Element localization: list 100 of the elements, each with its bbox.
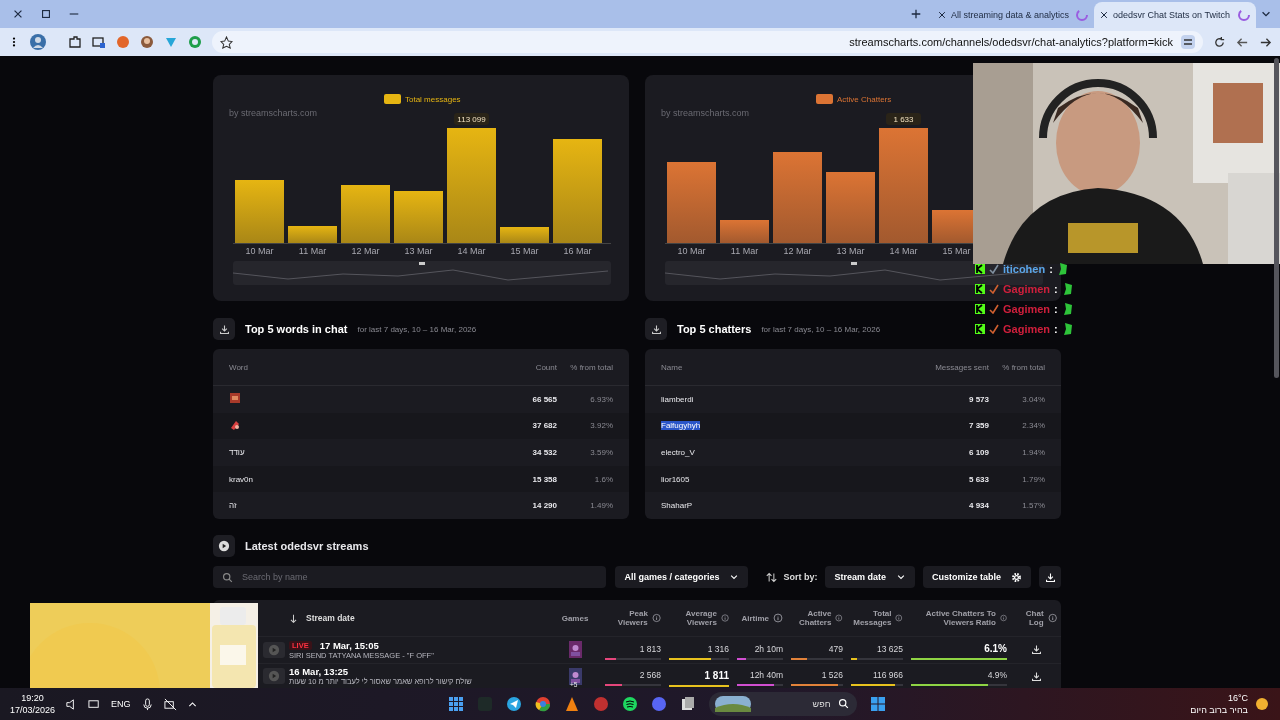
metric-value: 1 526: [821, 670, 843, 681]
discord-app-icon[interactable]: [650, 696, 667, 712]
chatter-name[interactable]: ShaharP: [661, 501, 693, 511]
count-cell-text: 6 109: [967, 448, 989, 457]
stream-date[interactable]: 17 Mar, 15:05: [319, 639, 379, 651]
chat-separator: :: [1054, 302, 1058, 315]
column-header[interactable]: Active Chatters: [787, 609, 832, 627]
camera-off-icon[interactable]: [163, 697, 177, 711]
column-header[interactable]: Active Chatters To Viewers Ratio: [907, 609, 996, 627]
word-cell: krav0n: [229, 474, 253, 484]
scrollbar[interactable]: [1274, 58, 1279, 378]
chart-bar: [826, 172, 875, 243]
chat-username: Gagimen: [1003, 322, 1051, 335]
column-header[interactable]: Airtime: [741, 613, 769, 623]
column-header: Count: [534, 362, 557, 372]
browser-tab[interactable]: All streaming data & analytics: [932, 2, 1094, 28]
chart-watermark: by streamscharts.com: [229, 108, 318, 118]
metric-value: 1 811: [704, 669, 729, 681]
clock-date[interactable]: 17/03/2026: [10, 704, 56, 716]
customize-table-button[interactable]: Customize table: [923, 566, 1031, 588]
download-button[interactable]: [645, 318, 667, 340]
restore-icon[interactable]: [40, 8, 52, 20]
reload-icon[interactable]: [1213, 35, 1226, 49]
clock-time[interactable]: 19:20: [21, 692, 44, 704]
apps-grid-icon[interactable]: [447, 696, 464, 712]
count-cell-text: 14 290: [531, 501, 557, 511]
weather-condition[interactable]: בהיר ברוב היום: [1190, 704, 1248, 716]
avatar-icon[interactable]: [30, 34, 46, 50]
export-button[interactable]: [1039, 566, 1061, 588]
network-icon[interactable]: [88, 697, 102, 711]
download-icon: [1044, 571, 1056, 583]
info-icon: [1047, 613, 1057, 623]
chatter-name[interactable]: liamberdi: [661, 394, 694, 404]
weather-icon[interactable]: [1254, 696, 1270, 712]
metric-value: 12h 40m: [749, 670, 783, 681]
percent-cell-text: 3.92%: [589, 421, 613, 431]
app-icon[interactable]: [592, 696, 609, 712]
extension-icon[interactable]: [116, 35, 130, 49]
tune-icon[interactable]: [1181, 35, 1195, 49]
extensions-icon[interactable]: [68, 35, 82, 49]
file-app-icon[interactable]: [679, 696, 696, 712]
new-tab-icon[interactable]: [910, 8, 922, 20]
column-header[interactable]: Stream date: [306, 613, 355, 623]
microphone-icon[interactable]: [140, 697, 154, 711]
windows-start-icon[interactable]: [869, 696, 886, 712]
extension-icon[interactable]: [140, 35, 154, 49]
download-icon: [218, 323, 230, 335]
column-header[interactable]: Total Messages: [847, 609, 892, 627]
section-subtitle: for last 7 days, 10 – 16 Mar, 2026: [357, 324, 477, 334]
percent-cell-text: 3.59%: [589, 448, 613, 457]
axis-label: 11 Mar: [730, 246, 759, 256]
axis-label: 10 Mar: [245, 246, 274, 256]
axis-label: 10 Mar: [677, 246, 706, 256]
extension-icon[interactable]: [188, 35, 202, 49]
chat-separator: :: [1054, 322, 1058, 335]
info-icon: [720, 613, 729, 623]
chart-bar: [500, 227, 549, 243]
category-dropdown[interactable]: All games / categories: [615, 566, 749, 588]
bookmark-star-icon[interactable]: [220, 35, 233, 49]
chart-bar: [394, 191, 443, 243]
word-cell: עודד: [229, 448, 245, 457]
chatter-name[interactable]: Falfugyhyh: [661, 421, 701, 431]
kick-badge-icon: [975, 263, 985, 274]
metric-value: 479: [828, 643, 843, 654]
spotify-app-icon[interactable]: [621, 696, 638, 712]
axis-label: 15 Mar: [942, 246, 971, 256]
column-header: Messages sent: [934, 362, 989, 372]
play-icon: [268, 670, 280, 683]
browser-tab[interactable]: odedsvr Chat Stats on Twitch: [1094, 2, 1256, 28]
download-icon: [1030, 644, 1042, 656]
game-thumbnail: [568, 667, 582, 685]
column-header: % from total: [569, 362, 613, 372]
metric-value: 2h 10m: [754, 643, 783, 654]
section-title: Top 5 words in chat: [245, 323, 348, 335]
game-thumbnail: [568, 641, 582, 659]
window-icon[interactable]: [92, 35, 106, 49]
frog-emote-icon: [1056, 261, 1069, 276]
count-cell-text: 9 573: [967, 394, 989, 404]
column-header: Word: [229, 362, 249, 372]
column-header[interactable]: Peak Viewers: [601, 609, 648, 627]
section-subtitle: for last 7 days, 10 – 16 Mar, 2026: [761, 324, 881, 334]
stream-date[interactable]: 16 Mar, 13:25: [289, 666, 349, 678]
vlc-app-icon[interactable]: [563, 696, 580, 712]
column-header[interactable]: Average Viewers: [665, 609, 717, 627]
chatter-name[interactable]: lior1605: [661, 474, 690, 484]
sort-dropdown[interactable]: Stream date: [825, 566, 915, 588]
download-button[interactable]: [213, 318, 235, 340]
telegram-app-icon[interactable]: [505, 696, 522, 712]
range-navigator[interactable]: [664, 261, 1043, 285]
info-icon: [835, 613, 843, 623]
chrome-app-icon[interactable]: [534, 696, 551, 712]
language-indicator[interactable]: ENG: [111, 699, 131, 709]
sort-arrow-icon: [289, 613, 298, 623]
chatter-name[interactable]: electro_V: [661, 448, 695, 457]
weather-temperature[interactable]: 16°C: [1227, 692, 1248, 704]
search-field[interactable]: Search by name: [213, 566, 607, 588]
axis-label: 15 Mar: [510, 246, 539, 256]
count-cell-text: 66 565: [531, 394, 557, 404]
close-icon: [937, 10, 947, 20]
count-cell-text: 34 532: [531, 448, 557, 457]
